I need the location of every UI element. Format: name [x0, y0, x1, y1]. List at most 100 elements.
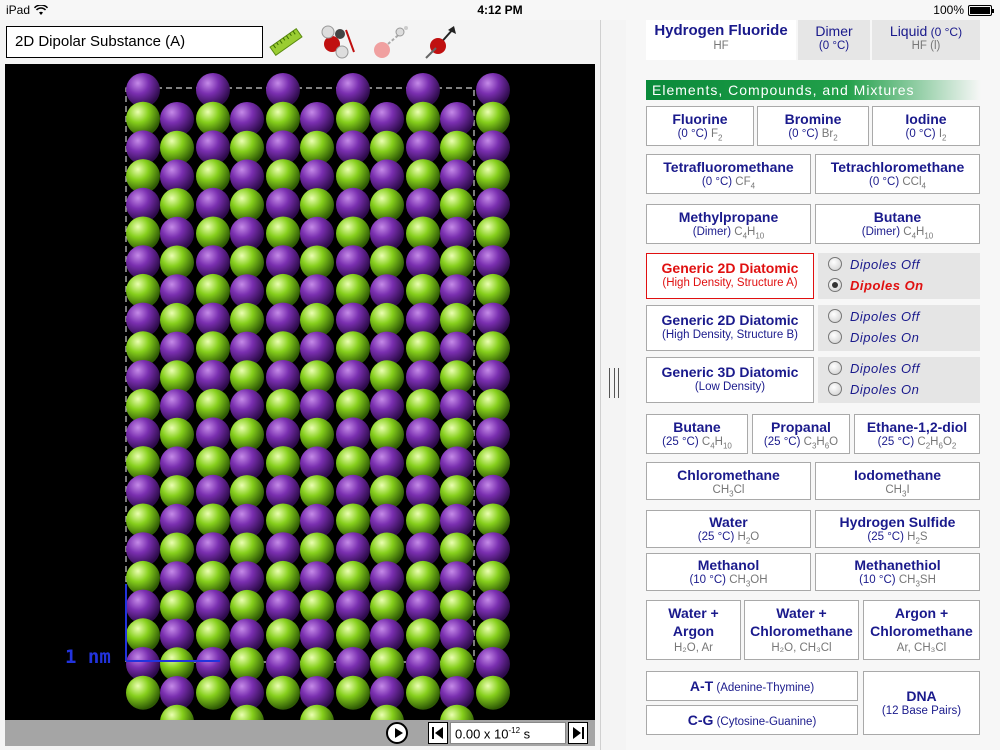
btn-formula-sub: 10: [924, 231, 934, 241]
btn-formula: S: [919, 531, 928, 543]
iodomethane-button[interactable]: Iodomethane CH3I: [815, 462, 980, 500]
playback-bar: 0.00 x 10-12 s: [5, 720, 595, 746]
dimer-option[interactable]: Dimer (0 °C): [798, 20, 870, 60]
ruler-tool-icon[interactable]: [266, 22, 306, 62]
btn-name: Tetrafluoromethane: [663, 159, 794, 175]
dipoles-on-b-radio[interactable]: Dipoles On: [828, 328, 968, 346]
btn-formula: OH: [750, 574, 768, 586]
green-atom: [300, 704, 334, 720]
liquid-option[interactable]: Liquid (0 °C) HF (l): [872, 20, 980, 60]
btn-sub: (Low Density): [694, 381, 766, 393]
btn-sub: (Dimer) C4H10: [816, 225, 979, 243]
status-time: 4:12 PM: [477, 3, 523, 17]
btn-formula-sub: 4: [750, 181, 756, 191]
step-forward-icon: [573, 727, 584, 739]
btn-sub: (25 °C) H2O: [647, 530, 810, 548]
btn-name: Chloromethane: [677, 467, 780, 483]
step-back-button[interactable]: [428, 722, 448, 744]
water-chloromethane-button[interactable]: Water + Chloromethane H₂O, CH₃Cl: [744, 600, 859, 660]
dipoles-off-a-radio[interactable]: Dipoles Off: [828, 255, 968, 273]
green-atom: [126, 675, 160, 710]
generic-2d-diatomic-a-button[interactable]: Generic 2D Diatomic (High Density, Struc…: [646, 253, 814, 299]
btn-formula: CH: [885, 484, 902, 496]
btn-sub: H₂O, CH₃Cl: [771, 642, 832, 654]
iodine-button[interactable]: Iodine (0 °C) I2: [872, 106, 980, 146]
green-atom: [406, 675, 440, 710]
dipoles-off-b-radio[interactable]: Dipoles Off: [828, 307, 968, 325]
btn-sub: (0 °C) I2: [873, 127, 979, 145]
play-button[interactable]: [386, 722, 408, 744]
molecule-viewer[interactable]: 1 nm: [5, 64, 595, 720]
divider-grip-icon[interactable]: [609, 368, 619, 398]
btn-formula: C: [917, 436, 926, 448]
btn-formula: O: [829, 436, 839, 448]
methanol-button[interactable]: Methanol (10 °C) CH3OH: [646, 553, 811, 591]
btn-sub: H₂O, Ar: [674, 642, 713, 654]
dipole-toggle-3d: Dipoles Off Dipoles On: [818, 357, 980, 403]
btn-sub: (25 °C) C3H6O: [753, 435, 849, 453]
btn-formula: SH: [919, 574, 936, 586]
generic-2d-diatomic-b-button[interactable]: Generic 2D Diatomic (High Density, Struc…: [646, 305, 814, 351]
methanethiol-button[interactable]: Methanethiol (10 °C) CH3SH: [815, 553, 980, 591]
btn-formula-sub: 4: [921, 181, 926, 191]
green-atom: [230, 704, 264, 720]
molecule-model-icon[interactable]: [318, 22, 358, 62]
btn-name: Chloromethane: [750, 623, 853, 639]
hf-option[interactable]: Hydrogen Fluoride HF: [646, 20, 796, 60]
btn-name: Water +: [668, 605, 719, 621]
tetrafluoromethane-button[interactable]: Tetrafluoromethane (0 °C) CF4: [646, 154, 811, 194]
btn-cond: (0 °C): [701, 176, 733, 188]
btn-name: Butane: [873, 209, 922, 225]
green-atom: [440, 704, 474, 720]
generic-3d-diatomic-button[interactable]: Generic 3D Diatomic (Low Density): [646, 357, 814, 403]
btn-sub: (Adenine-Thymine): [713, 682, 815, 694]
btn-name: Hydrogen Sulfide: [839, 514, 956, 530]
cytosine-guanine-button[interactable]: C-G (Cytosine-Guanine): [646, 705, 858, 735]
btn-name: Generic 2D Diatomic: [661, 260, 799, 276]
battery-percent: 100%: [933, 3, 964, 17]
chloromethane-button[interactable]: Chloromethane CH3Cl: [646, 462, 811, 500]
green-atom: [476, 675, 510, 710]
hf-name: Hydrogen Fluoride: [654, 22, 788, 39]
dimer-cond: (0 °C): [818, 40, 850, 52]
btn-formula: CCl: [902, 176, 922, 188]
section-header: Elements, Compounds, and Mixtures: [646, 80, 981, 100]
adenine-thymine-button[interactable]: A-T (Adenine-Thymine): [646, 671, 858, 701]
radio-label: Dipoles On: [850, 277, 924, 293]
time-readout: 0.00 x 10-12 s: [450, 722, 566, 744]
butane-dimer-button[interactable]: Butane (Dimer) C4H10: [815, 204, 980, 244]
fluorine-button[interactable]: Fluorine (0 °C) F2: [646, 106, 754, 146]
btn-formula: CF: [735, 176, 751, 188]
ethanediol-button[interactable]: Ethane-1,2-diol (25 °C) C2H6O2: [854, 414, 980, 454]
panel-divider[interactable]: [600, 20, 626, 750]
propanal-button[interactable]: Propanal (25 °C) C3H6O: [752, 414, 850, 454]
butane-25c-button[interactable]: Butane (25 °C) C4H10: [646, 414, 748, 454]
btn-formula-sub: 10: [755, 231, 765, 241]
dipoles-off-3d-radio[interactable]: Dipoles Off: [828, 359, 968, 377]
dna-button[interactable]: DNA (12 Base Pairs): [863, 671, 980, 735]
btn-formula: I: [906, 484, 910, 496]
btn-formula-sub: 2: [942, 133, 947, 143]
bromine-button[interactable]: Bromine (0 °C) Br2: [757, 106, 869, 146]
step-forward-button[interactable]: [568, 722, 588, 744]
radio-dot: [828, 257, 842, 271]
green-atom: [196, 675, 230, 710]
argon-chloromethane-button[interactable]: Argon + Chloromethane Ar, CH₃Cl: [863, 600, 980, 660]
scale-label: 1 nm: [65, 646, 111, 668]
btn-cond: (25 °C): [877, 436, 915, 448]
btn-cond: (0 °C): [869, 176, 900, 188]
hydrogen-sulfide-button[interactable]: Hydrogen Sulfide (25 °C) H2S: [815, 510, 980, 548]
btn-cond: (Dimer): [692, 226, 732, 238]
tetrachloromethane-button[interactable]: Tetrachloromethane (0 °C) CCl4: [815, 154, 980, 194]
atom-bond-icon[interactable]: [370, 22, 410, 62]
dipoles-on-a-radio[interactable]: Dipoles On: [828, 276, 968, 294]
btn-name: Fluorine: [672, 111, 728, 127]
water-argon-button[interactable]: Water + Argon H₂O, Ar: [646, 600, 741, 660]
water-button[interactable]: Water (25 °C) H2O: [646, 510, 811, 548]
vector-arrow-icon[interactable]: [420, 22, 460, 62]
dipoles-on-3d-radio[interactable]: Dipoles On: [828, 380, 968, 398]
btn-sub: (Dimer) C4H10: [647, 225, 810, 243]
radio-dot: [828, 309, 842, 323]
methylpropane-button[interactable]: Methylpropane (Dimer) C4H10: [646, 204, 811, 244]
btn-cond: (25 °C): [697, 531, 735, 543]
